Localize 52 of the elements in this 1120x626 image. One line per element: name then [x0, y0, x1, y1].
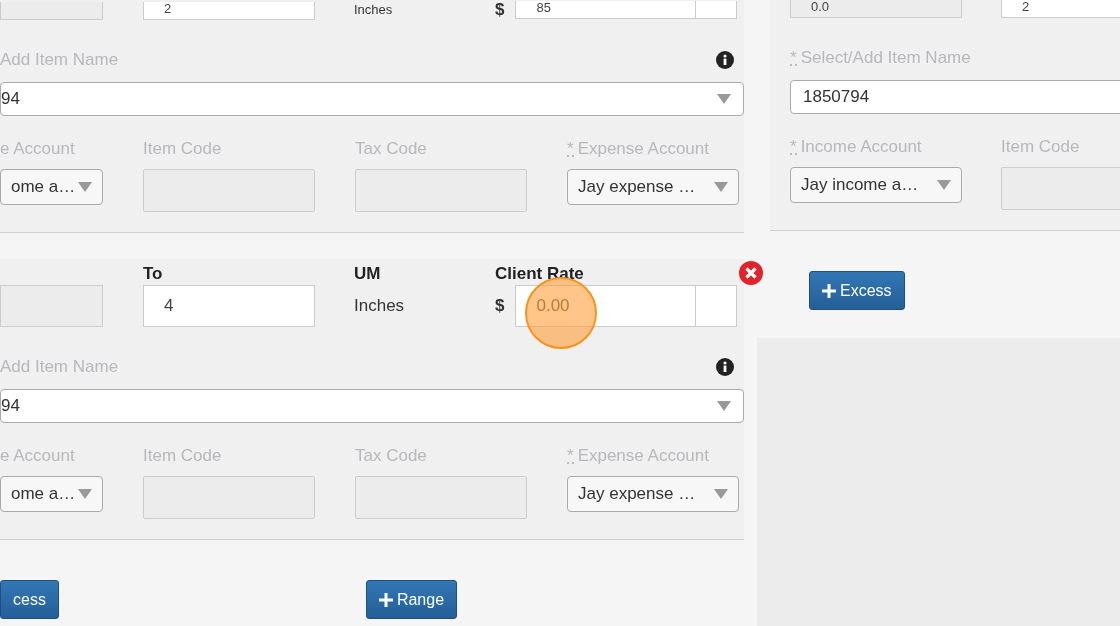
text-field[interactable] [355, 169, 527, 212]
unit-text: Inches [354, 2, 394, 19]
caret-icon [714, 182, 728, 192]
field-label: * Expense Account [567, 139, 710, 159]
item-select[interactable]: 94 [0, 389, 744, 423]
account-select[interactable]: Jay expense … [567, 169, 739, 205]
to-field[interactable]: 2 [143, 2, 315, 20]
caret-icon [717, 94, 731, 104]
plus-icon [822, 283, 836, 298]
field-label: * Expense Account [567, 446, 710, 466]
field-label: e Account [0, 446, 76, 466]
to-field[interactable]: 4 [143, 285, 315, 327]
text-field[interactable] [143, 476, 315, 519]
field-label: Add Item Name [0, 357, 119, 377]
field-label: Item Code [143, 446, 223, 466]
currency-sign: $ [495, 296, 506, 316]
info-icon[interactable] [716, 358, 734, 376]
field-label: Tax Code [355, 446, 428, 466]
column-header: UM [354, 263, 382, 285]
text-field[interactable] [355, 476, 527, 519]
text-field[interactable] [143, 169, 315, 212]
account-select[interactable]: ome a… [0, 169, 103, 205]
item-select[interactable]: 94 [0, 82, 744, 116]
field-label: Item Code [143, 139, 223, 159]
rate-addon [696, 285, 737, 327]
from-field: 0.0 [790, 0, 962, 18]
field-label: Add Item Name [0, 50, 119, 70]
unit-text: Inches [354, 295, 406, 317]
field-label: e Account [0, 139, 76, 159]
column-header: Client Rate [495, 263, 585, 285]
rate-field[interactable]: 85 [515, 1, 696, 19]
account-select[interactable]: Jay expense … [567, 476, 739, 512]
currency-sign: $ [495, 0, 506, 20]
add-button[interactable]: cess [0, 580, 59, 619]
to-field[interactable]: 2 [1001, 0, 1120, 18]
info-icon[interactable] [716, 51, 734, 69]
account-select[interactable]: ome a… [0, 476, 103, 512]
caret-icon [714, 489, 728, 499]
field-label: Tax Code [355, 139, 428, 159]
field-label: Item Code [1001, 137, 1081, 157]
caret-icon [78, 182, 92, 192]
account-select[interactable]: Jay income a… [790, 167, 962, 203]
caret-icon [937, 180, 951, 190]
column-header: To [143, 263, 164, 285]
caret-icon [78, 489, 92, 499]
caret-icon [717, 401, 731, 411]
item-field[interactable]: 1850794 [790, 80, 1120, 114]
add-button[interactable]: Excess [809, 271, 905, 310]
plus-icon [378, 592, 393, 607]
add-button[interactable]: Range [365, 580, 458, 619]
field-label: * Income Account [790, 137, 923, 157]
field-label: * Select/Add Item Name [790, 48, 971, 68]
